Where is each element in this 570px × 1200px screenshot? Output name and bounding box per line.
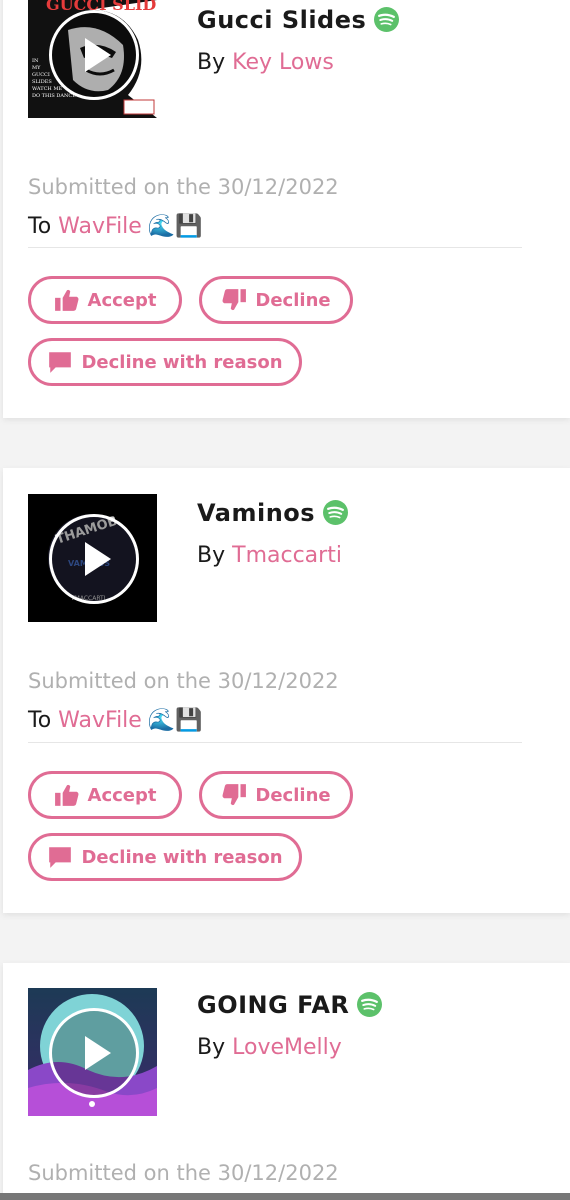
- svg-text:WATCH ME: WATCH ME: [32, 86, 62, 92]
- playlist-emoji: 🌊💾: [147, 708, 203, 733]
- play-icon[interactable]: [48, 1008, 139, 1098]
- submission-feed: GUCCI SLIDES IN MY GUCCI SLIDES WATCH ME…: [0, 0, 570, 1200]
- decline-button[interactable]: Decline: [199, 276, 353, 324]
- thumbs-down-icon: [222, 289, 247, 311]
- artist-link[interactable]: Tmaccarti: [232, 543, 342, 568]
- playlist-emoji: 🌊💾: [147, 214, 203, 239]
- svg-text:IN: IN: [32, 58, 39, 64]
- track-title: GOING FAR: [197, 991, 383, 1019]
- decline-with-reason-button[interactable]: Decline with reason: [28, 338, 302, 386]
- track-title: Gucci Slides: [197, 6, 400, 34]
- cover-art[interactable]: THAMOB VAMINOS TMACCARTI: [28, 494, 157, 622]
- thumbs-up-icon: [54, 289, 78, 311]
- comment-icon: [49, 847, 72, 868]
- submitted-date: Submitted on the 30/12/2022: [28, 1161, 339, 1185]
- accept-button[interactable]: Accept: [28, 771, 182, 819]
- submitted-date: Submitted on the 30/12/2022: [28, 175, 339, 199]
- thumbs-up-icon: [54, 784, 78, 806]
- spotify-icon[interactable]: [323, 500, 349, 525]
- playlist-link[interactable]: WavFile: [58, 214, 142, 239]
- submission-card: THAMOB VAMINOS TMACCARTI Vaminos By Tmac…: [3, 468, 570, 913]
- submission-card: GOING FAR By LoveMelly Submitted on the …: [3, 963, 570, 1200]
- svg-text:MY: MY: [32, 65, 41, 71]
- decline-button[interactable]: Decline: [199, 771, 353, 819]
- comment-icon: [49, 352, 72, 373]
- thumbs-down-icon: [222, 784, 247, 806]
- svg-text:SLIDES: SLIDES: [32, 79, 52, 85]
- play-icon[interactable]: [48, 514, 139, 604]
- artist-link[interactable]: Key Lows: [232, 50, 334, 75]
- spotify-icon[interactable]: [357, 992, 383, 1017]
- accept-button[interactable]: Accept: [28, 276, 182, 324]
- spotify-icon[interactable]: [374, 7, 400, 32]
- artist-line: By Tmaccarti: [197, 543, 342, 568]
- svg-text:DO THIS DANCE: DO THIS DANCE: [32, 93, 76, 99]
- cover-art[interactable]: GUCCI SLIDES IN MY GUCCI SLIDES WATCH ME…: [28, 0, 157, 118]
- artist-line: By Key Lows: [197, 50, 334, 75]
- track-title: Vaminos: [197, 499, 349, 527]
- svg-text:GUCCI: GUCCI: [32, 72, 50, 78]
- playlist-line: To WavFile 🌊💾: [28, 708, 203, 733]
- divider: [28, 247, 522, 248]
- cover-art[interactable]: [28, 988, 157, 1116]
- scroll-indicator: [0, 1193, 570, 1200]
- submitted-date: Submitted on the 30/12/2022: [28, 669, 339, 693]
- playlist-link[interactable]: WavFile: [58, 708, 142, 733]
- artist-link[interactable]: LoveMelly: [232, 1035, 342, 1060]
- submission-card: GUCCI SLIDES IN MY GUCCI SLIDES WATCH ME…: [3, 0, 570, 418]
- playlist-line: To WavFile 🌊💾: [28, 214, 203, 239]
- decline-with-reason-button[interactable]: Decline with reason: [28, 833, 302, 881]
- divider: [28, 742, 522, 743]
- artist-line: By LoveMelly: [197, 1035, 342, 1060]
- play-icon[interactable]: [48, 10, 139, 100]
